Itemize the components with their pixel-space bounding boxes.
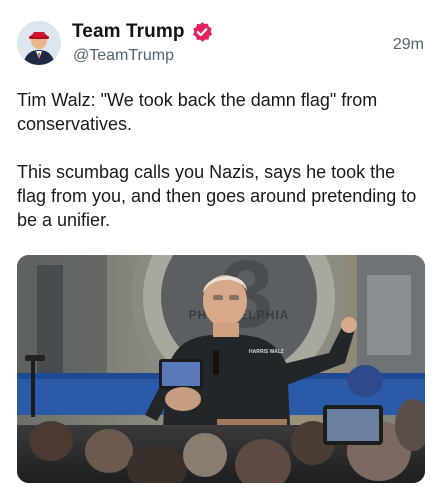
avatar[interactable] bbox=[17, 21, 61, 65]
post-media-image[interactable]: 3 PHILADELPHIA HARRIS WALZ bbox=[17, 255, 425, 483]
post-timestamp[interactable]: 29m bbox=[393, 36, 424, 54]
avatar-image bbox=[17, 21, 61, 65]
post-paragraph: Tim Walz: "We took back the damn flag" f… bbox=[17, 90, 378, 134]
verified-badge-icon bbox=[192, 22, 212, 42]
post-text: Tim Walz: "We took back the damn flag" f… bbox=[17, 88, 427, 232]
author-name-row: Team Trump bbox=[72, 20, 213, 44]
author-display-name[interactable]: Team Trump bbox=[72, 21, 185, 43]
author-handle[interactable]: @TeamTrump bbox=[73, 47, 174, 65]
rally-photo: 3 PHILADELPHIA HARRIS WALZ bbox=[17, 255, 425, 483]
post-paragraph: This scumbag calls you Nazis, says he to… bbox=[17, 162, 417, 230]
post-card[interactable]: Team Trump @TeamTrump 29m Tim Walz: "We … bbox=[0, 0, 442, 500]
shirt-logo-text: HARRIS WALZ bbox=[249, 349, 284, 355]
